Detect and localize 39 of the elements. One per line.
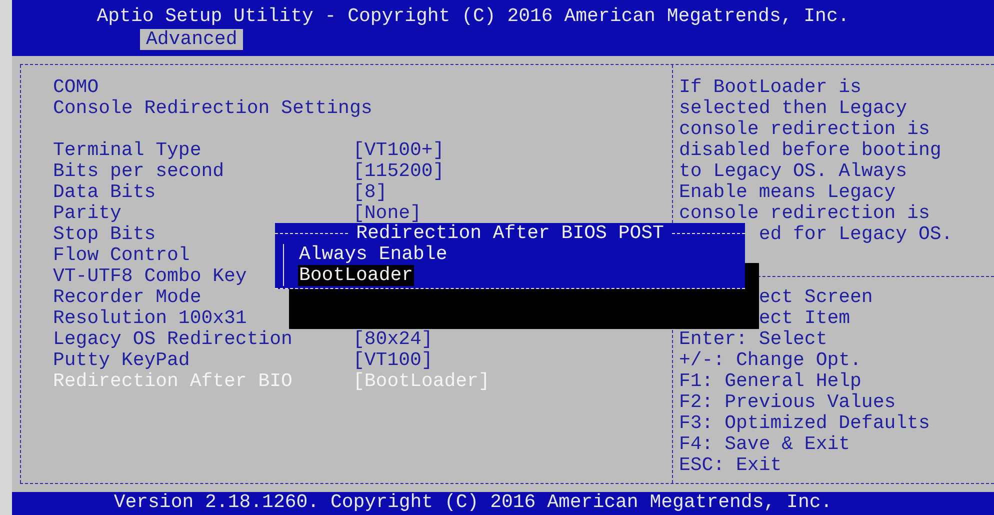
setting-label[interactable]: Data Bits bbox=[53, 182, 353, 203]
key-hint: F2: Previous Values bbox=[679, 391, 896, 413]
key-hint: Enter: Select bbox=[679, 328, 828, 350]
key-hint: F1: General Help bbox=[679, 370, 862, 392]
setting-label[interactable]: Bits per second bbox=[53, 161, 353, 182]
help-text: console redirection is bbox=[679, 118, 930, 140]
section-heading: Console Redirection Settings bbox=[53, 97, 372, 119]
setting-label[interactable]: Recorder Mode bbox=[53, 287, 353, 308]
setting-value[interactable]: [115200] bbox=[353, 160, 444, 182]
key-hint: +/-: Change Opt. bbox=[679, 349, 862, 371]
help-text: console redirection is bbox=[679, 202, 930, 224]
window-title: Aptio Setup Utility - Copyright (C) 2016 American Megatrends, Inc. bbox=[96, 5, 850, 27]
help-text: Enable means Legacy bbox=[679, 181, 896, 203]
key-hint: ESC: Exit bbox=[679, 454, 782, 476]
setting-value[interactable]: [VT100] bbox=[353, 349, 433, 371]
help-text: disabled before booting bbox=[679, 139, 942, 161]
setting-label[interactable]: Putty KeyPad bbox=[53, 350, 353, 371]
popup-option[interactable]: BootLoader bbox=[298, 265, 414, 286]
key-hint: ect Screen bbox=[758, 286, 873, 308]
help-text: If BootLoader is bbox=[679, 76, 862, 98]
version-text: Version 2.18.1260. Copyright (C) 2016 American Megatrends, Inc. bbox=[114, 491, 832, 513]
setting-value[interactable]: [None] bbox=[353, 202, 422, 224]
help-text: selected then Legacy bbox=[679, 97, 908, 119]
setting-label[interactable]: Resolution 100x31 bbox=[53, 308, 353, 329]
help-text: ed for Legacy OS. bbox=[758, 223, 953, 245]
setting-label[interactable]: Legacy OS Redirection bbox=[53, 329, 353, 350]
setting-value[interactable]: [VT100+] bbox=[353, 139, 444, 161]
setting-label[interactable]: Terminal Type bbox=[53, 140, 353, 161]
popup-title: Redirection After BIOS POST bbox=[356, 223, 664, 244]
setting-value[interactable]: [80x24] bbox=[353, 328, 433, 350]
help-text: to Legacy OS. Always bbox=[679, 160, 908, 182]
section-heading: COMO bbox=[53, 76, 99, 98]
key-hint: F3: Optimized Defaults bbox=[679, 412, 930, 434]
key-hint: ect Item bbox=[758, 307, 850, 329]
key-hint: F4: Save & Exit bbox=[679, 433, 850, 455]
setting-value[interactable]: [8] bbox=[353, 181, 388, 203]
setting-label[interactable]: Parity bbox=[53, 203, 353, 224]
menu-tab[interactable]: Advanced bbox=[140, 29, 244, 50]
popup-option[interactable]: Always Enable bbox=[298, 244, 448, 265]
